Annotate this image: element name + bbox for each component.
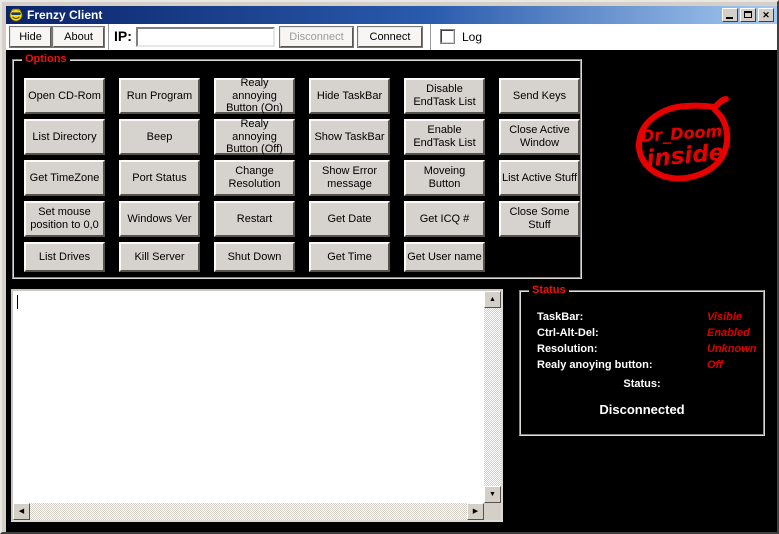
status-value: Unknown (707, 343, 757, 355)
restart-button[interactable]: Restart (214, 201, 295, 237)
options-group: Options Open CD-Rom Run Program Realy an… (12, 59, 582, 279)
minimize-button[interactable] (722, 8, 738, 22)
enable-endtask-list-button[interactable]: Enable EndTask List (404, 119, 485, 155)
beep-button[interactable]: Beep (119, 119, 200, 155)
scrollbar-corner (484, 503, 501, 520)
ip-label: IP: (114, 28, 132, 44)
status-row-annoying-button: Realy anoying button: Off (521, 358, 763, 374)
status-group-title: Status (529, 284, 569, 296)
list-drives-button[interactable]: List Drives (24, 242, 105, 272)
close-some-stuff-button[interactable]: Close Some Stuff (499, 201, 580, 237)
scroll-right-icon[interactable]: ▶ (467, 503, 484, 520)
close-icon: ✕ (759, 9, 773, 21)
status-label: Resolution: (537, 343, 598, 355)
toolbar: Hide About IP: Disconnect Connect Log (6, 24, 777, 50)
status-label: TaskBar: (537, 311, 583, 323)
vertical-scrollbar[interactable]: ▲ ▼ (484, 291, 501, 503)
log-output-area[interactable]: ▲ ▼ ◀ ▶ (11, 289, 503, 522)
status-label: Realy anoying button: (537, 359, 653, 371)
get-icq-button[interactable]: Get ICQ # (404, 201, 485, 237)
scroll-up-icon[interactable]: ▲ (484, 291, 501, 308)
open-cdrom-button[interactable]: Open CD-Rom (24, 78, 105, 114)
client-area: Options Open CD-Rom Run Program Realy an… (6, 50, 777, 532)
maximize-button[interactable] (740, 8, 756, 22)
realy-annoying-on-button[interactable]: Realy annoying Button (On) (214, 78, 295, 114)
close-button[interactable]: ✕ (758, 8, 774, 22)
hide-taskbar-button[interactable]: Hide TaskBar (309, 78, 390, 114)
window-title: Frenzy Client (27, 8, 722, 22)
disable-endtask-list-button[interactable]: Disable EndTask List (404, 78, 485, 114)
show-taskbar-button[interactable]: Show TaskBar (309, 119, 390, 155)
window: Frenzy Client ✕ Hide About IP: Disconnec… (0, 0, 779, 534)
get-date-button[interactable]: Get Date (309, 201, 390, 237)
status-group: Status TaskBar: Visible Ctrl-Alt-Del: En… (519, 290, 765, 436)
realy-annoying-off-button[interactable]: Realy annoying Button (Off) (214, 119, 295, 155)
toolbar-separator (430, 24, 431, 50)
about-button[interactable]: About (53, 27, 104, 47)
smiley-app-icon (9, 8, 23, 22)
options-button-grid: Open CD-Rom Run Program Realy annoying B… (24, 78, 580, 272)
title-bar[interactable]: Frenzy Client ✕ (6, 6, 777, 24)
run-program-button[interactable]: Run Program (119, 78, 200, 114)
minimize-icon (726, 17, 733, 19)
get-user-name-button[interactable]: Get User name (404, 242, 485, 272)
scroll-down-icon[interactable]: ▼ (484, 486, 501, 503)
list-active-stuff-button[interactable]: List Active Stuff (499, 160, 580, 196)
send-keys-button[interactable]: Send Keys (499, 78, 580, 114)
get-timezone-button[interactable]: Get TimeZone (24, 160, 105, 196)
list-directory-button[interactable]: List Directory (24, 119, 105, 155)
horizontal-scrollbar[interactable]: ◀ ▶ (13, 503, 484, 520)
get-time-button[interactable]: Get Time (309, 242, 390, 272)
status-rows: TaskBar: Visible Ctrl-Alt-Del: Enabled R… (521, 310, 763, 374)
hide-button[interactable]: Hide (10, 27, 51, 47)
status-value: Visible (707, 311, 742, 323)
scroll-left-icon[interactable]: ◀ (13, 503, 30, 520)
log-checkbox[interactable] (441, 30, 454, 43)
options-group-title: Options (22, 53, 70, 65)
toolbar-separator (108, 24, 109, 50)
port-status-button[interactable]: Port Status (119, 160, 200, 196)
log-checkbox-label: Log (462, 30, 482, 44)
status-value: Off (707, 359, 723, 371)
dr-doom-inside-logo: Dr_Doom inside (628, 93, 746, 199)
connection-state: Disconnected (521, 402, 763, 417)
disconnect-button[interactable]: Disconnect (280, 27, 353, 47)
shut-down-button[interactable]: Shut Down (214, 242, 295, 272)
set-mouse-position-button[interactable]: Set mouse position to 0,0 (24, 201, 105, 237)
horizontal-scroll-track[interactable] (30, 503, 467, 520)
status-caption: Status: (521, 378, 763, 390)
vertical-scroll-track[interactable] (484, 308, 501, 486)
kill-server-button[interactable]: Kill Server (119, 242, 200, 272)
status-row-resolution: Resolution: Unknown (521, 342, 763, 358)
status-label: Ctrl-Alt-Del: (537, 327, 599, 339)
connect-button[interactable]: Connect (358, 27, 422, 47)
status-value: Enabled (707, 327, 750, 339)
windows-ver-button[interactable]: Windows Ver (119, 201, 200, 237)
ip-input[interactable] (136, 27, 275, 47)
close-active-window-button[interactable]: Close Active Window (499, 119, 580, 155)
show-error-message-button[interactable]: Show Error message (309, 160, 390, 196)
maximize-icon (744, 11, 752, 18)
moveing-button[interactable]: Moveing Button (404, 160, 485, 196)
text-caret (17, 295, 18, 309)
status-row-ctrl-alt-del: Ctrl-Alt-Del: Enabled (521, 326, 763, 342)
status-row-taskbar: TaskBar: Visible (521, 310, 763, 326)
change-resolution-button[interactable]: Change Resolution (214, 160, 295, 196)
